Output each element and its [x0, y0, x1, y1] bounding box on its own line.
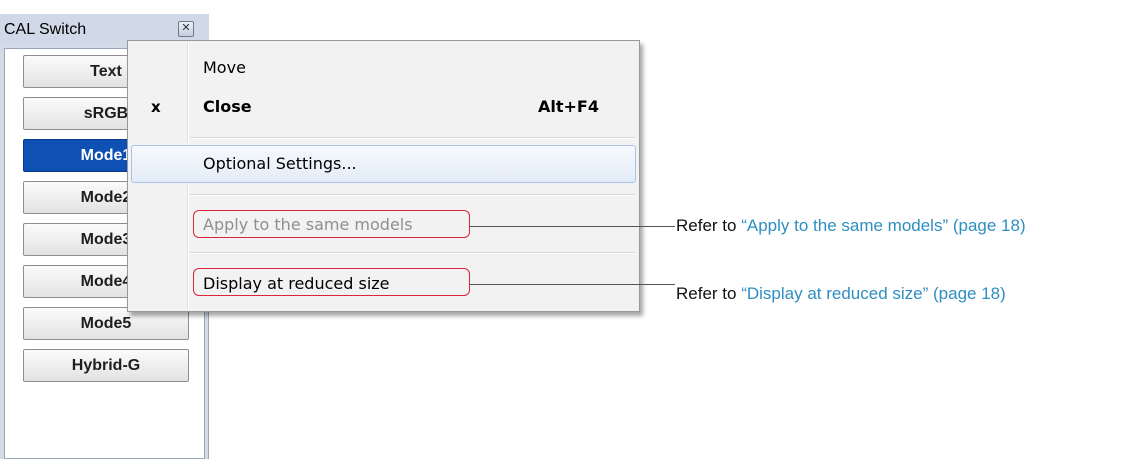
- callout-text-reduced: Refer to “Display at reduced size” (page…: [676, 284, 1006, 304]
- menu-item-optional-settings[interactable]: Optional Settings...: [131, 145, 636, 183]
- menu-separator: [190, 194, 635, 196]
- window-title: CAL Switch: [4, 21, 87, 38]
- callout-leader-line: [470, 284, 675, 285]
- mode-button-hybrid-g[interactable]: Hybrid-G: [23, 349, 189, 382]
- menu-separator: [190, 137, 635, 139]
- menu-item-move[interactable]: Move: [131, 49, 636, 87]
- callout-prefix: Refer to: [676, 284, 742, 303]
- close-icon[interactable]: ✕: [178, 21, 194, 37]
- menu-item-label: Close: [203, 97, 252, 116]
- menu-separator: [190, 252, 635, 254]
- callout-text-apply: Refer to “Apply to the same models” (pag…: [676, 216, 1026, 236]
- page-reference-link[interactable]: “Display at reduced size” (page 18): [741, 284, 1006, 303]
- callout-highlight-reduced: [193, 268, 470, 296]
- menu-item-close[interactable]: x Close Alt+F4: [131, 88, 636, 126]
- menu-item-label: Move: [203, 58, 246, 77]
- close-x-icon: x: [151, 98, 161, 116]
- callout-prefix: Refer to: [676, 216, 742, 235]
- menu-item-shortcut: Alt+F4: [538, 97, 599, 116]
- page-reference-link[interactable]: “Apply to the same models” (page 18): [741, 216, 1025, 235]
- menu-item-label: Optional Settings...: [203, 154, 357, 173]
- callout-leader-line: [470, 226, 675, 227]
- callout-highlight-apply: [193, 210, 470, 238]
